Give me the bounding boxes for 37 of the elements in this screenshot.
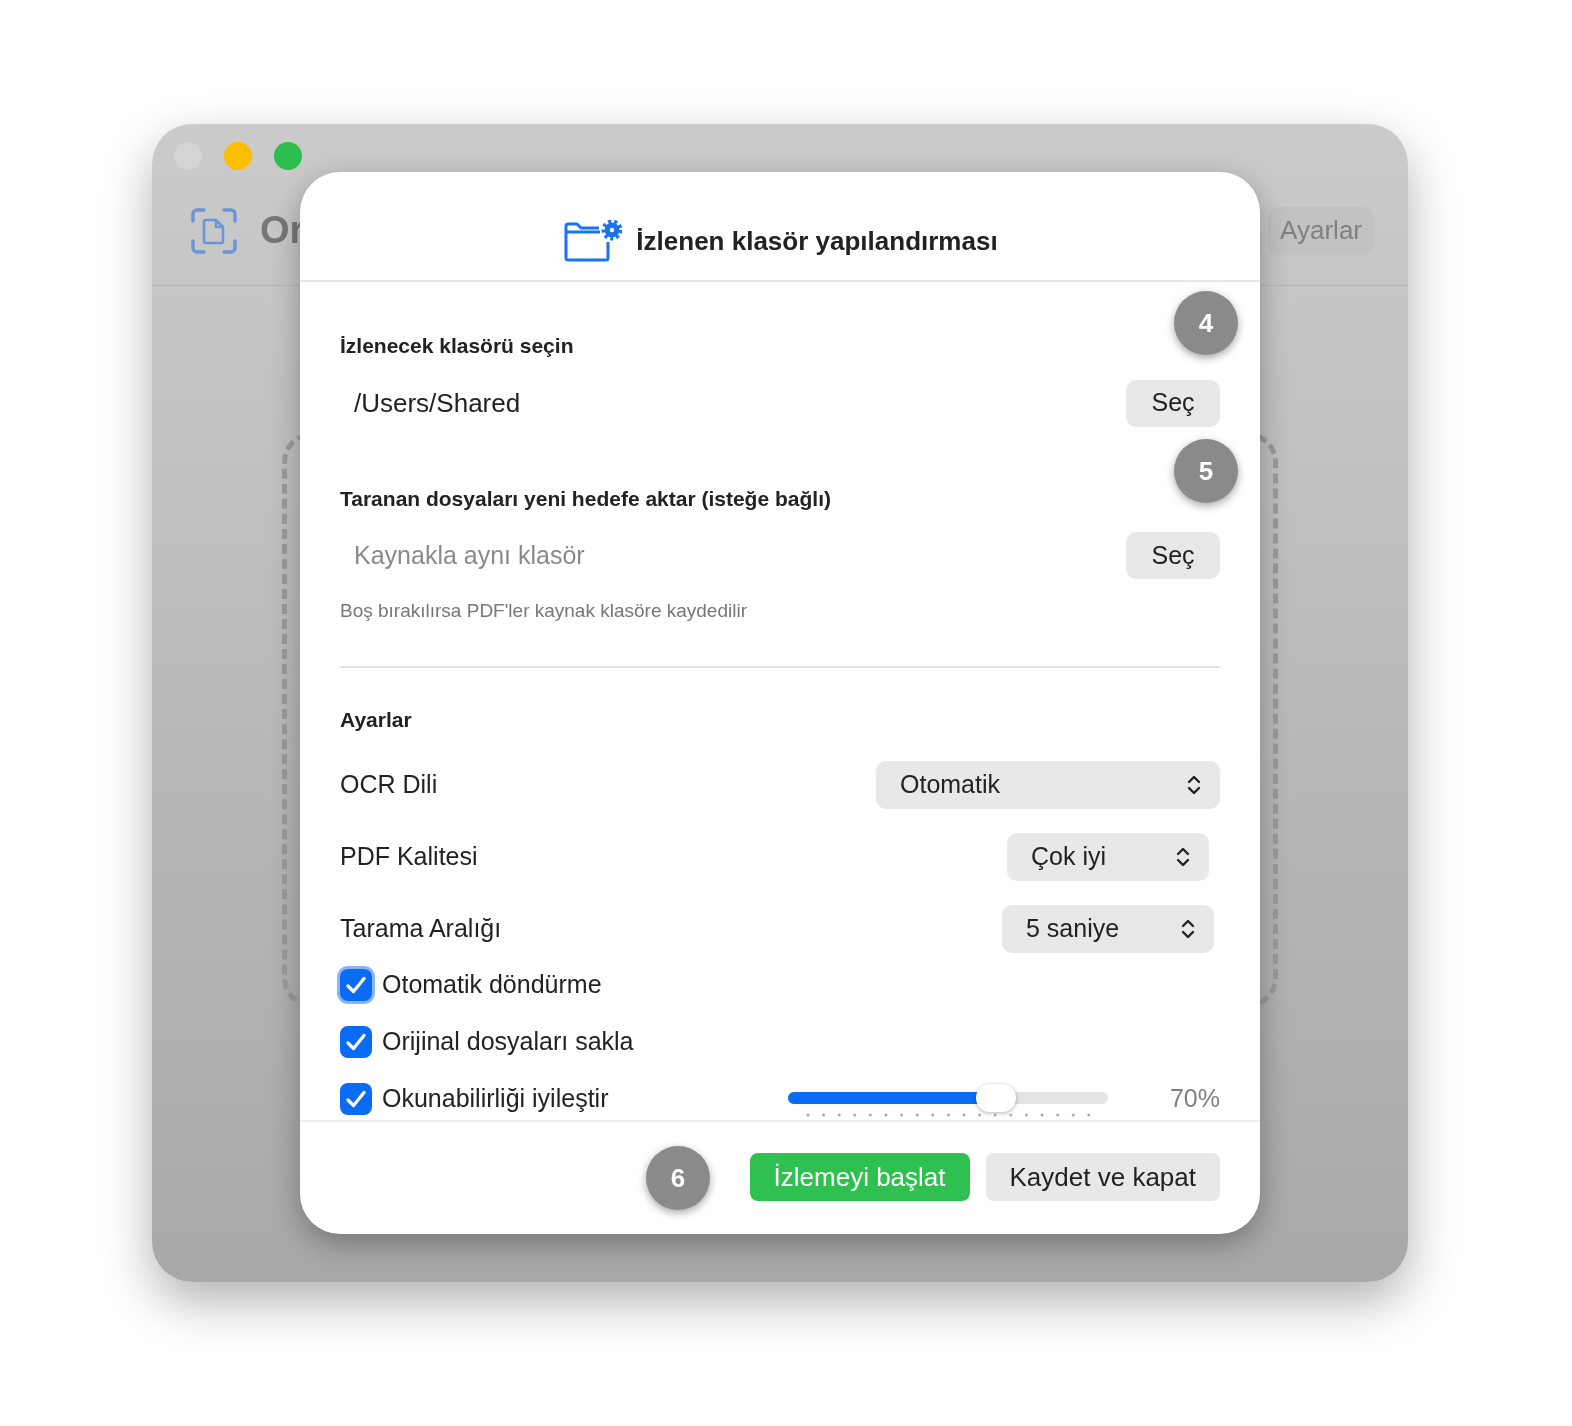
checkbox-label: Otomatik döndürme bbox=[382, 969, 603, 1001]
dropdown[interactable]: Çok iyi bbox=[1007, 833, 1209, 881]
checkmark-icon bbox=[346, 1033, 366, 1051]
save-close-button[interactable]: Kaydet ve kapat bbox=[985, 1153, 1220, 1201]
choose-button[interactable]: Seç bbox=[1126, 379, 1220, 427]
chevron-updown-icon bbox=[1186, 773, 1202, 797]
dropdown[interactable]: 5 saniye bbox=[1002, 905, 1214, 953]
chevron-updown-icon bbox=[1175, 845, 1191, 869]
dialog-title: İzlenen klasör yapılandırması bbox=[636, 224, 998, 258]
checkbox-label: Orijinal dosyaları sakla bbox=[382, 1026, 635, 1058]
document-scan-icon bbox=[190, 206, 238, 255]
step-badge: 6 bbox=[646, 1146, 710, 1210]
setting-label: Tarama Aralığı bbox=[340, 913, 502, 945]
zoom-light[interactable] bbox=[274, 142, 302, 170]
setting-label: OCR Dili bbox=[340, 769, 438, 801]
section-heading: Ayarlar bbox=[340, 706, 413, 733]
minimize-light[interactable] bbox=[224, 142, 252, 170]
chevron-updown-icon bbox=[1180, 917, 1196, 941]
step-badge: 5 bbox=[1174, 439, 1238, 503]
checkbox-label: Okunabilirliği iyileştir bbox=[382, 1083, 610, 1115]
checkbox[interactable] bbox=[340, 1026, 372, 1058]
checkbox[interactable] bbox=[340, 1083, 372, 1115]
setting-label: PDF Kalitesi bbox=[340, 841, 478, 873]
choose-button[interactable]: Seç bbox=[1126, 532, 1220, 579]
folder-gear-icon bbox=[562, 220, 623, 262]
checkmark-icon bbox=[346, 976, 366, 994]
folder-path: /Users/Shared bbox=[353, 386, 521, 420]
slider-value: 70% bbox=[1168, 1083, 1220, 1115]
section-label: İzlenecek klasörü seçin bbox=[340, 333, 574, 359]
destination-field[interactable]: Kaynakla aynı klasör bbox=[340, 536, 940, 575]
checkmark-icon bbox=[346, 1090, 366, 1108]
step-badge: 4 bbox=[1174, 291, 1238, 355]
hint-text: Boş bırakılırsa PDF'ler kaynak klasöre kaydedilir bbox=[340, 599, 748, 623]
section-label: Taranan dosyaları yeni hedefe aktar (isteğe bağlı) bbox=[340, 485, 831, 512]
dropdown[interactable]: Otomatik bbox=[876, 761, 1220, 809]
app-title: Or bbox=[260, 208, 305, 253]
slider-thumb[interactable] bbox=[976, 1084, 1016, 1112]
